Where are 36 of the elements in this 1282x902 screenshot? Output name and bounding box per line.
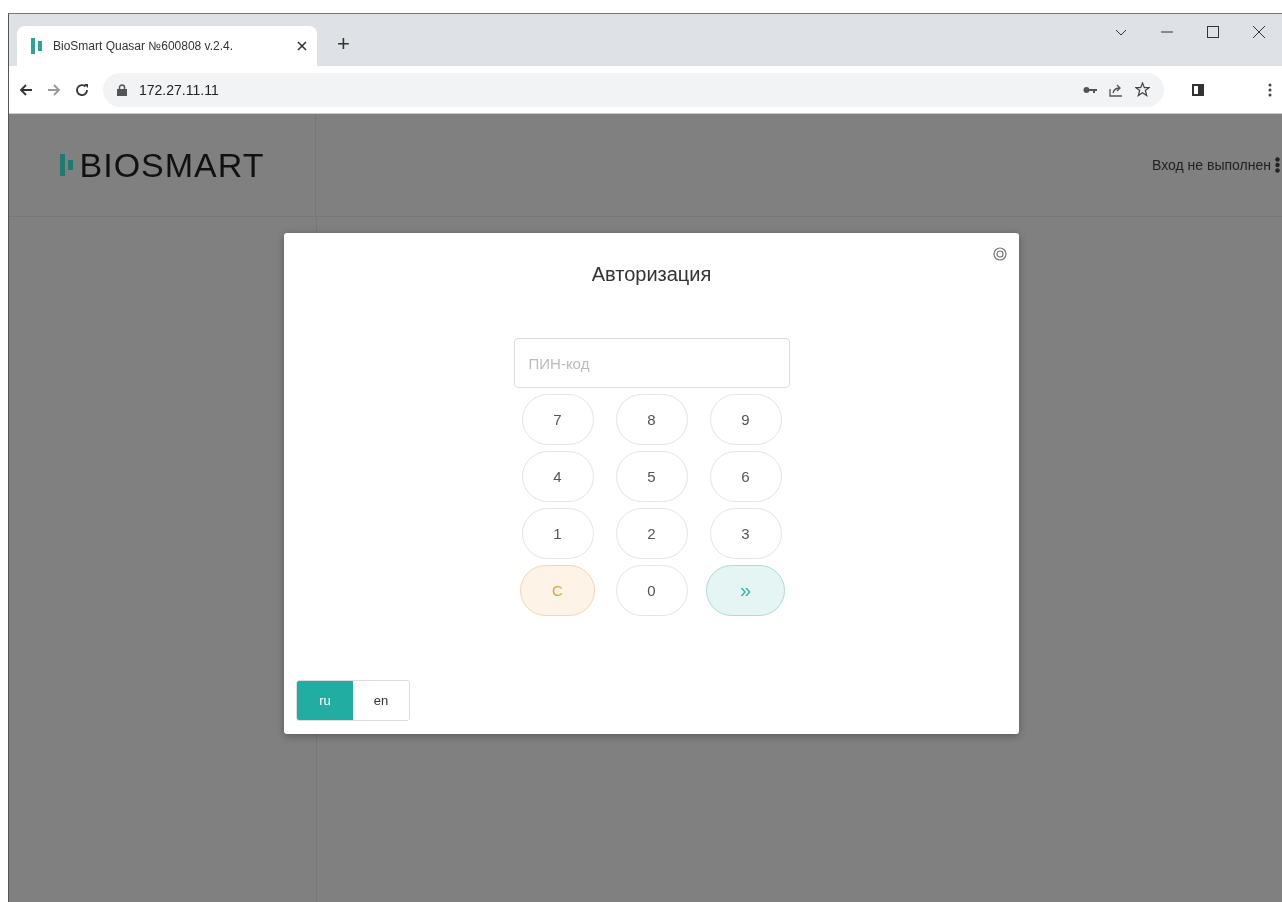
close-icon[interactable] <box>1253 26 1265 38</box>
side-panel-icon[interactable] <box>1192 83 1204 96</box>
share-icon[interactable] <box>1109 82 1123 97</box>
digit-key[interactable]: 8 <box>615 394 688 445</box>
close-icon[interactable] <box>297 41 307 51</box>
back-arrow-icon[interactable] <box>19 82 33 97</box>
new-tab-button[interactable]: + <box>331 30 356 58</box>
digit-key[interactable]: 9 <box>709 394 782 445</box>
digit-key[interactable]: 5 <box>615 451 688 502</box>
url-text: 172.27.11.11 <box>139 81 219 98</box>
digit-key[interactable]: 7 <box>521 394 594 445</box>
logo-mark-icon <box>59 154 74 176</box>
reload-icon[interactable] <box>75 82 89 97</box>
tab-title: BioSmart Quasar №600808 v.2.4. <box>53 39 235 53</box>
chevron-down-icon[interactable] <box>1115 28 1127 36</box>
digit-key[interactable]: 4 <box>521 451 594 502</box>
pin-field[interactable]: ПИН-код <box>513 338 790 388</box>
login-status: Вход не выполнен <box>1152 157 1271 173</box>
digit-key[interactable]: 0 <box>615 565 688 616</box>
maximize-icon[interactable] <box>1207 26 1219 38</box>
key-icon[interactable] <box>1083 85 1097 94</box>
digit-key[interactable]: 2 <box>615 508 688 559</box>
star-icon[interactable] <box>1135 82 1150 97</box>
logo-text: BIOSMART <box>79 145 265 185</box>
dialog-title: Авторизация <box>591 263 712 286</box>
menu-icon[interactable] <box>1268 82 1272 97</box>
menu-icon[interactable] <box>1275 157 1280 173</box>
digit-key[interactable]: 1 <box>521 508 594 559</box>
forward-arrow-icon[interactable] <box>47 82 61 97</box>
digit-key[interactable]: 6 <box>709 451 782 502</box>
address-bar[interactable]: 172.27.11.11 <box>103 72 1164 107</box>
help-icon[interactable] <box>993 247 1007 261</box>
lock-icon <box>117 83 127 96</box>
digit-key[interactable]: 3 <box>709 508 782 559</box>
browser-tab[interactable]: BioSmart Quasar №600808 v.2.4. <box>17 26 317 66</box>
favicon-icon <box>31 38 43 54</box>
